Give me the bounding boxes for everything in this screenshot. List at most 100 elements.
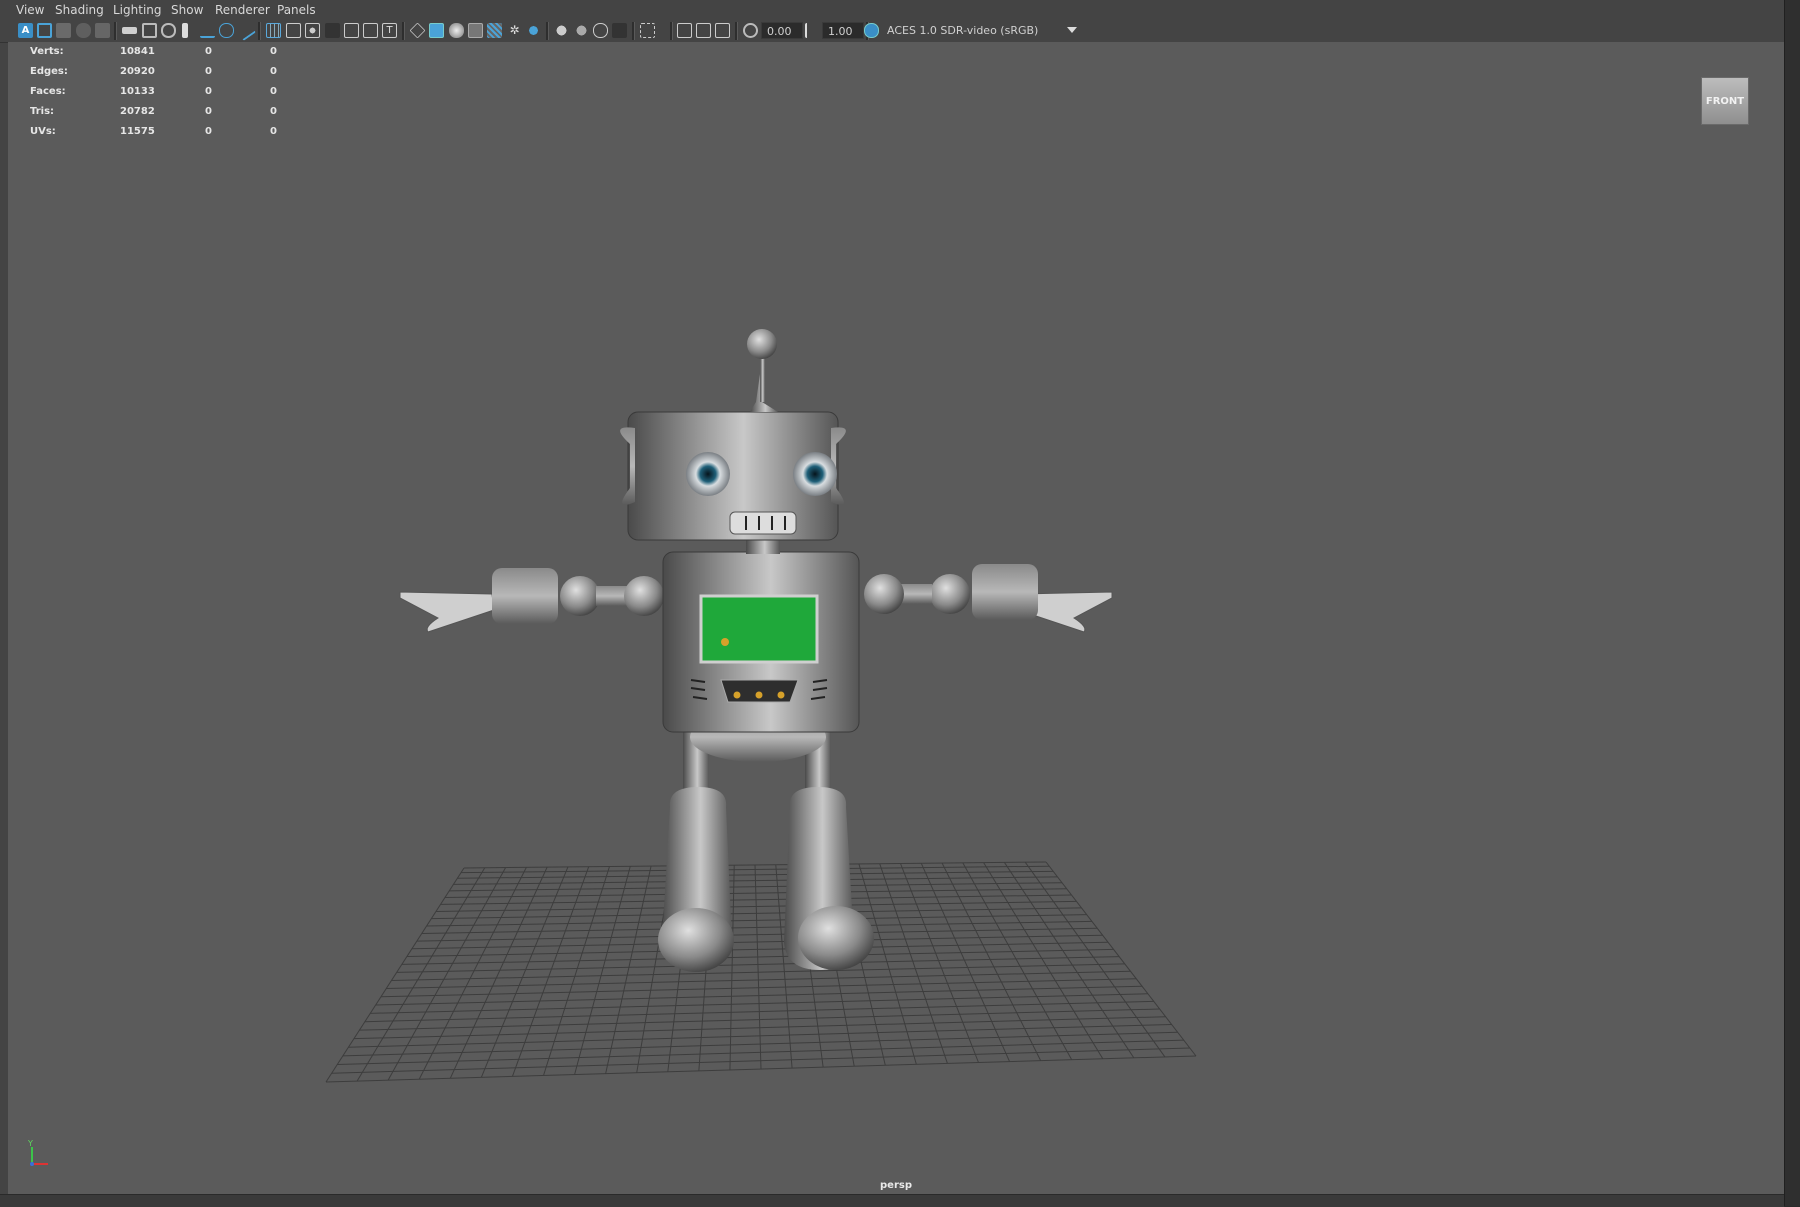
- grid-line: [858, 863, 917, 1065]
- hud-label: Tris:: [30, 106, 55, 117]
- gate-mask-icon[interactable]: [325, 23, 340, 38]
- multisample-aa-icon[interactable]: [593, 23, 608, 38]
- 3d-viewport[interactable]: Y Verts: 10841 0 0 Edges: 20920 0 0 Faces: 10133 0…: [8, 42, 1784, 1194]
- grid-line: [941, 862, 1042, 1061]
- xray-joints-icon[interactable]: [696, 23, 711, 38]
- color-management-icon[interactable]: [864, 23, 879, 38]
- hud-row: Faces: 10133 0 0: [22, 82, 282, 102]
- menu-lighting[interactable]: Lighting: [113, 3, 162, 17]
- robot-left-forearm[interactable]: [492, 568, 558, 624]
- panel-toolbar: A T ✲ 0.00 1.00 ACES 1.0 SDR-video (sRGB…: [0, 20, 1784, 43]
- toolbar-separator: [114, 22, 117, 40]
- gamma-field[interactable]: 1.00: [822, 22, 864, 39]
- robot-panel-light: [733, 691, 741, 699]
- robot-model[interactable]: [399, 329, 1113, 972]
- robot-left-hand[interactable]: [399, 591, 495, 633]
- color-space-dropdown[interactable]: ACES 1.0 SDR-video (sRGB): [882, 22, 1080, 39]
- hud-row: Tris: 20782 0 0: [22, 102, 282, 122]
- robot-left-elbow[interactable]: [560, 576, 600, 616]
- safe-action-icon[interactable]: [363, 23, 378, 38]
- hud-total: 20782: [120, 106, 155, 117]
- hud-row: UVs: 11575 0 0: [22, 122, 282, 142]
- exposure-icon[interactable]: [743, 23, 758, 38]
- pan-icon[interactable]: [219, 23, 234, 38]
- hud-row: Verts: 10841 0 0: [22, 42, 282, 62]
- hud-selected: 0: [205, 106, 212, 117]
- smooth-shade-icon[interactable]: [429, 23, 444, 38]
- shadows-icon[interactable]: [526, 23, 541, 38]
- motion-blur-icon[interactable]: [574, 23, 589, 38]
- camera-rotate-icon[interactable]: [161, 23, 176, 38]
- safe-title-icon[interactable]: T: [382, 23, 397, 38]
- robot-panel-light: [777, 691, 785, 699]
- camera-lock-icon[interactable]: [142, 23, 157, 38]
- robot-antenna-ball[interactable]: [747, 329, 777, 359]
- chevron-down-icon[interactable]: [1067, 27, 1077, 33]
- menu-view[interactable]: View: [16, 3, 44, 17]
- toolbar-separator: [258, 22, 261, 40]
- hud-selected: 0: [205, 86, 212, 97]
- hud-total: 20920: [120, 66, 155, 77]
- menu-show[interactable]: Show: [171, 3, 203, 17]
- wireframe-on-shaded-icon[interactable]: [468, 23, 483, 38]
- hud-row: Edges: 20920 0 0: [22, 62, 282, 82]
- grease-pencil-icon[interactable]: [200, 23, 215, 38]
- default-material-icon[interactable]: [449, 23, 464, 38]
- hud-total: 10133: [120, 86, 155, 97]
- grid-line: [574, 866, 631, 1075]
- grid-line: [543, 866, 610, 1076]
- robot-right-eye: [793, 452, 837, 496]
- grid-line: [920, 863, 1011, 1062]
- field-chart-icon[interactable]: [344, 23, 359, 38]
- texture-icon[interactable]: [715, 23, 730, 38]
- hud-triangles: 0: [270, 46, 277, 57]
- robot-right-forearm[interactable]: [972, 564, 1038, 620]
- hud-total: 11575: [120, 126, 155, 137]
- exposure-field[interactable]: 0.00: [761, 22, 803, 39]
- grid-line: [754, 864, 762, 1070]
- robot-right-foot[interactable]: [798, 906, 874, 970]
- use-all-lights-icon[interactable]: ✲: [507, 23, 522, 38]
- pencil-icon[interactable]: [235, 20, 256, 41]
- film-gate-icon[interactable]: [286, 23, 301, 38]
- camera-icon[interactable]: [122, 27, 137, 34]
- bookmark-icon[interactable]: [56, 23, 71, 38]
- grid-line: [387, 867, 507, 1081]
- gamma-icon[interactable]: [805, 23, 820, 38]
- robot-right-elbow[interactable]: [930, 574, 970, 614]
- hud-label: Verts:: [30, 46, 64, 57]
- robot-right-shoulder[interactable]: [864, 574, 904, 614]
- bookmark-flag-icon[interactable]: [182, 23, 188, 38]
- screen-space-ao-icon[interactable]: [554, 23, 569, 38]
- camera-name-label: persp: [880, 1180, 912, 1191]
- toolbar-separator: [402, 22, 405, 40]
- select-camera-icon[interactable]: A: [18, 23, 33, 38]
- robot-left-shoulder[interactable]: [624, 576, 664, 616]
- image-plane-icon[interactable]: [76, 23, 91, 38]
- robot-chest-screen: [699, 594, 819, 664]
- resolution-gate-icon[interactable]: [305, 23, 320, 38]
- wireframe-icon[interactable]: [409, 22, 426, 39]
- panel-menu-bar: View Shading Lighting Show Renderer Pane…: [0, 0, 1784, 21]
- hud-triangles: 0: [270, 126, 277, 137]
- isolate-select-icon[interactable]: [640, 23, 655, 38]
- menu-renderer[interactable]: Renderer: [215, 3, 270, 17]
- menu-panels[interactable]: Panels: [277, 3, 316, 17]
- robot-left-foot[interactable]: [658, 908, 734, 972]
- depth-of-field-icon[interactable]: [612, 23, 627, 38]
- hud-selected: 0: [205, 46, 212, 57]
- xray-active-components-icon[interactable]: [677, 23, 692, 38]
- hud-total: 10841: [120, 46, 155, 57]
- 2d-pan-zoom-icon[interactable]: [95, 23, 110, 38]
- scene-canvas[interactable]: Y: [8, 42, 1784, 1194]
- grid-icon[interactable]: [266, 23, 281, 38]
- camera-attributes-icon[interactable]: [37, 23, 52, 38]
- viewcube[interactable]: FRONT: [1701, 77, 1749, 125]
- grid-line: [418, 867, 527, 1080]
- hud-label: Edges:: [30, 66, 68, 77]
- robot-control-panel: [720, 679, 799, 703]
- menu-shading[interactable]: Shading: [55, 3, 104, 17]
- xray-icon[interactable]: [487, 23, 502, 38]
- axis-y-label: Y: [27, 1139, 33, 1148]
- robot-mouth: [729, 511, 797, 535]
